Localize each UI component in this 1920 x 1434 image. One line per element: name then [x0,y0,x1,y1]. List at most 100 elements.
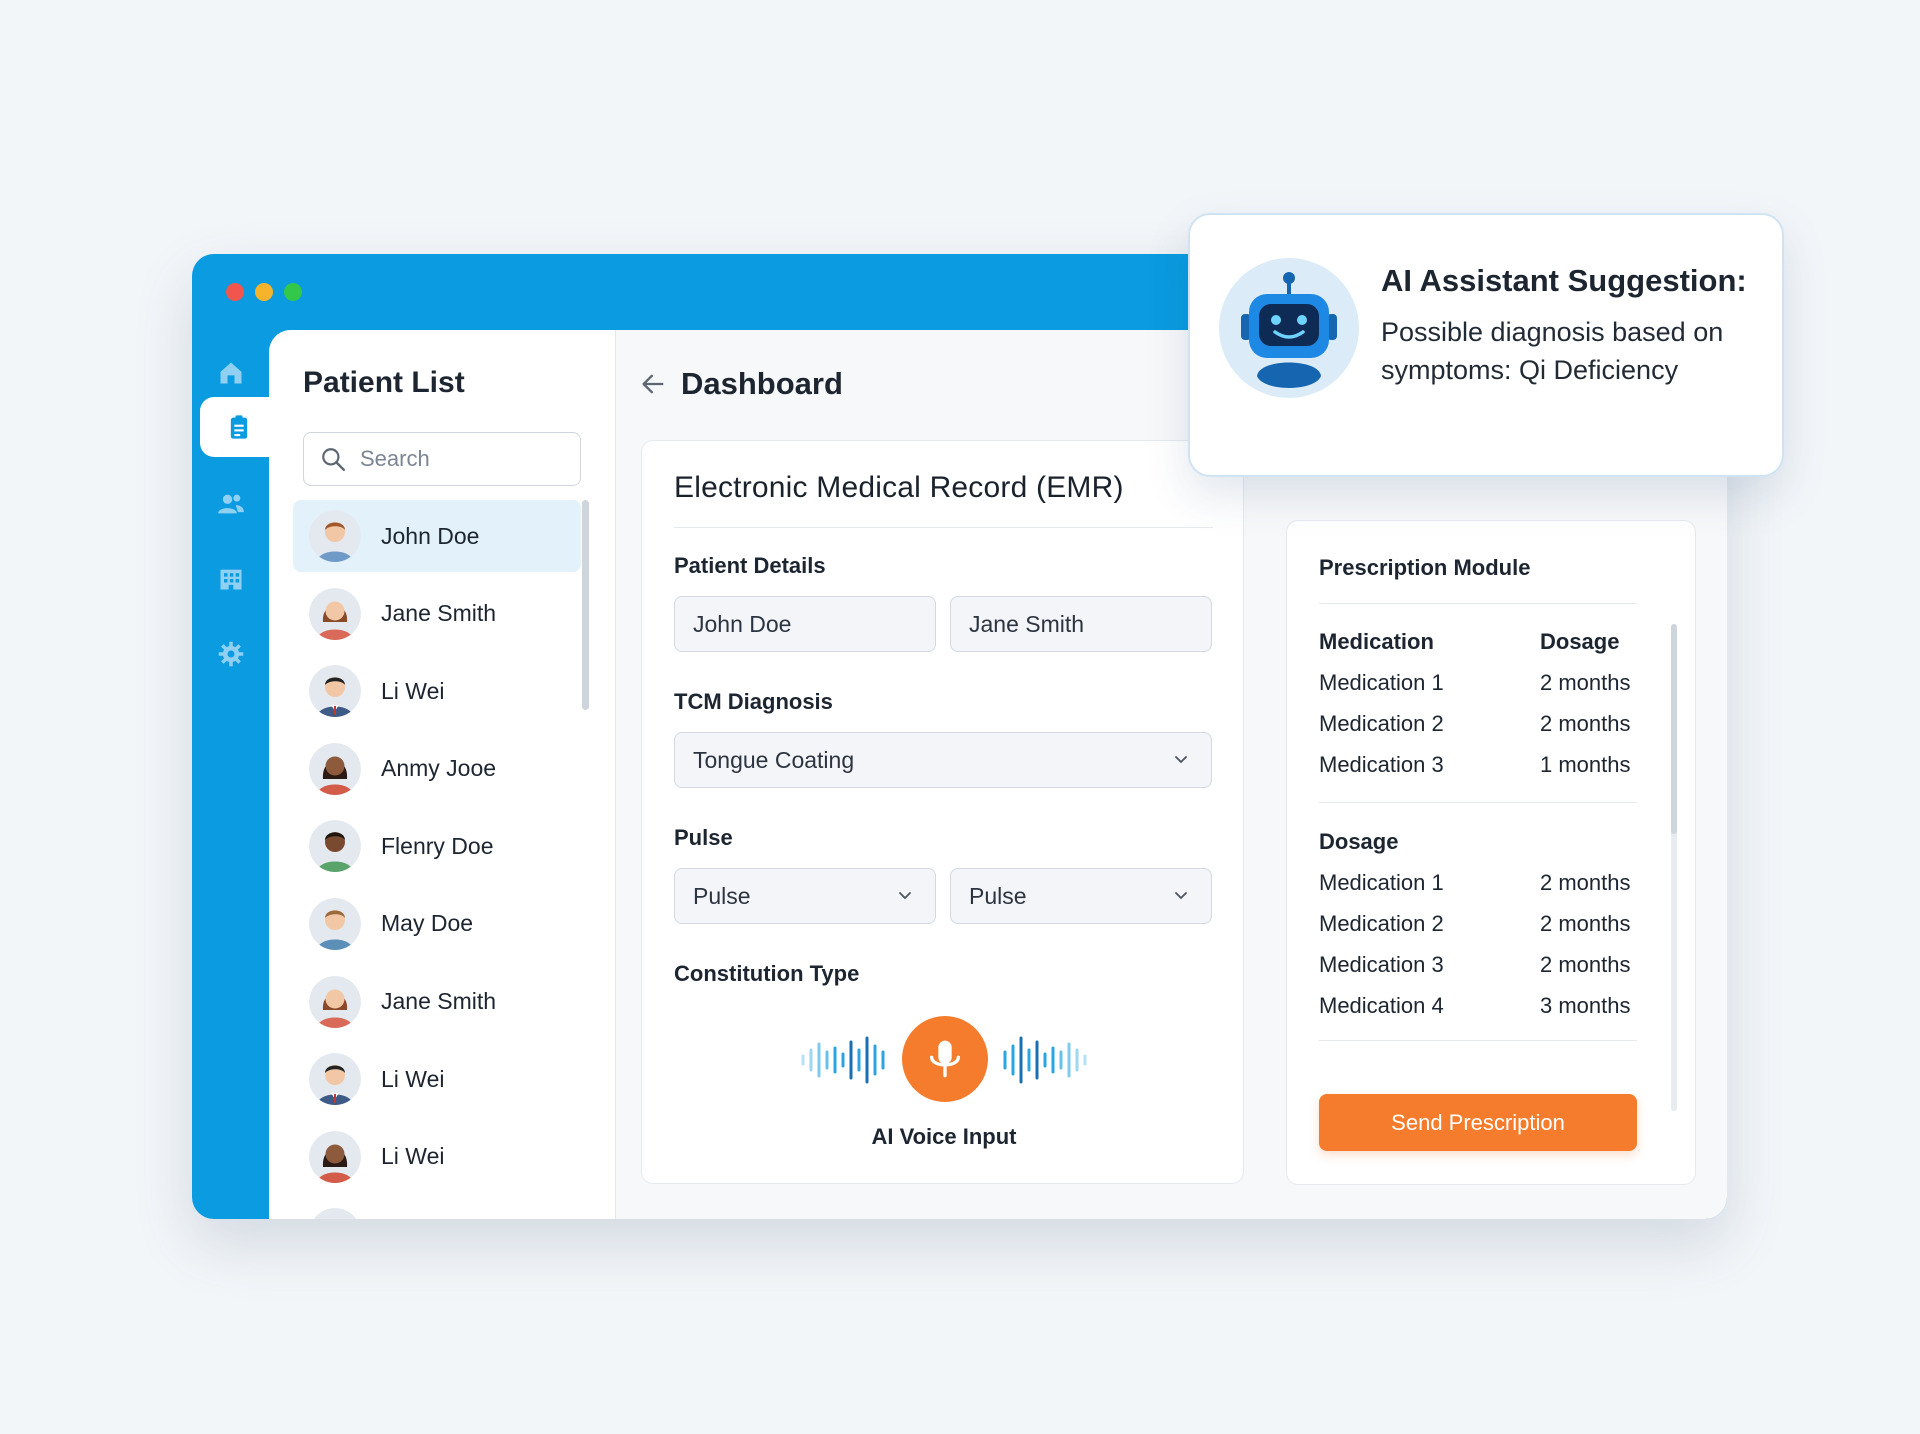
avatar [309,587,361,640]
ai-suggestion-popup: AI Assistant Suggestion: Possible diagno… [1188,213,1784,477]
home-icon [220,362,241,384]
patient-item[interactable]: Flenry Doe [293,810,593,882]
medication-table: Medication Dosage Medication 1 2 months … [1319,621,1637,785]
patient-list-scrollbar[interactable] [582,500,589,710]
voice-input: AI Voice Input [800,1016,1088,1149]
avatar [309,897,361,950]
medication-dosage: 1 months [1540,751,1631,777]
medication-dosage: 2 months [1540,869,1631,895]
chevron-down-icon [1175,892,1187,900]
prescription-title: Prescription Module [1319,555,1531,580]
field-value: John Doe [693,610,792,637]
microphone-icon [930,1040,960,1078]
table-row: Medication 1 2 months [1319,662,1637,703]
pulse-label: Pulse [674,825,733,850]
avatar [309,1053,361,1106]
nav-settings[interactable] [192,624,269,684]
chevron-down-icon [1175,756,1187,764]
patient-list: John Doe Jane Smith Li Wei Anmy Jooe Fle… [293,500,593,1219]
search-input[interactable] [358,445,562,473]
medication-name: Medication 3 [1319,751,1444,777]
medication-dosage: 2 months [1540,910,1631,936]
ai-suggestion-text: Possible diagnosis based on symptoms: Qi… [1381,317,1724,385]
patient-name: Jane Smith [381,600,497,627]
divider [1319,1040,1637,1041]
nav-rail [192,330,277,1219]
building-icon [220,569,241,590]
patient-name: Li Wei [381,1065,445,1092]
medication-name: Medication 2 [1319,910,1444,936]
avatar [309,1130,361,1183]
dosage-table: Dosage Medication 1 2 months Medication … [1319,821,1637,1026]
nav-clinic[interactable] [192,549,269,609]
search-box[interactable] [303,432,581,486]
voice-input-label: AI Voice Input [871,1124,1017,1149]
patient-name: Anmy Jooe [381,755,497,782]
pulse-select-left[interactable]: Pulse [674,868,936,924]
emr-title: Electronic Medical Record (EMR) [674,471,1124,504]
scrollbar-thumb[interactable] [1671,624,1677,834]
divider [1319,603,1637,604]
nav-records[interactable] [200,397,277,457]
gear-icon [218,641,243,667]
patient-name: Jane Smith [381,988,497,1015]
patient-item[interactable]: Jane Smith [293,966,593,1038]
clipboard-icon [230,415,247,439]
column-header: Medication [1319,628,1434,654]
patient-name: May Doe [381,910,474,937]
sound-wave-left-icon [801,1036,885,1084]
patient-item[interactable] [293,1198,593,1219]
prescription-scrollbar[interactable] [1671,624,1677,1111]
patient-name: Flenry Doe [381,832,494,859]
patient-name-field-2[interactable]: Jane Smith [950,596,1212,652]
tcm-diagnosis-select[interactable]: Tongue Coating [674,732,1212,788]
medication-name: Medication 2 [1319,710,1444,736]
prescription-card: Prescription Module Medication Dosage Me… [1286,520,1696,1185]
patient-item[interactable]: Li Wei [293,1121,593,1193]
table-row: Medication 1 2 months [1319,862,1637,903]
patient-list-title: Patient List [303,366,465,399]
patient-item[interactable]: Li Wei [293,1043,593,1115]
nav-patients[interactable] [192,474,269,534]
table-row: Medication 3 1 months [1319,744,1637,785]
patient-item[interactable]: Li Wei [293,655,593,727]
patient-name: John Doe [381,522,480,549]
section-header: Dosage [1319,828,1399,854]
medication-dosage: 2 months [1540,669,1631,695]
back-arrow-icon[interactable] [639,370,667,398]
table-header: Dosage [1319,821,1637,862]
ai-suggestion-title: AI Assistant Suggestion: [1381,263,1747,298]
patient-list-panel: Patient List John Doe Jane Smith [269,330,616,1219]
close-window-button[interactable] [226,283,244,301]
minimize-window-button[interactable] [255,283,273,301]
maximize-window-button[interactable] [284,283,302,301]
patient-item[interactable]: Jane Smith [293,578,593,650]
emr-card: Electronic Medical Record (EMR) Patient … [641,440,1244,1184]
avatar [309,1208,361,1219]
table-row: Medication 2 2 months [1319,703,1637,744]
medication-name: Medication 1 [1319,669,1444,695]
send-prescription-button[interactable]: Send Prescription [1319,1094,1637,1151]
tcm-diagnosis-label: TCM Diagnosis [674,689,833,714]
patient-name-field[interactable]: John Doe [674,596,936,652]
chevron-down-icon [899,892,911,900]
patient-item[interactable]: May Doe [293,888,593,960]
pulse-select-right[interactable]: Pulse [950,868,1212,924]
patient-item[interactable]: Anmy Jooe [293,733,593,805]
microphone-button[interactable] [902,1016,988,1102]
avatar [309,820,361,873]
avatar [309,975,361,1028]
dashboard-header: Dashboard [639,366,843,402]
select-value: Pulse [693,882,751,909]
patient-item[interactable]: John Doe [293,500,581,572]
divider [674,527,1213,528]
patient-name: Li Wei [381,677,445,704]
page-title: Dashboard [681,366,843,401]
medication-dosage: 2 months [1540,710,1631,736]
medication-name: Medication 1 [1319,869,1444,895]
nav-home[interactable] [192,343,269,403]
medication-dosage: 2 months [1540,951,1631,977]
avatar [309,510,361,562]
divider [1319,802,1637,803]
avatar [309,742,361,795]
